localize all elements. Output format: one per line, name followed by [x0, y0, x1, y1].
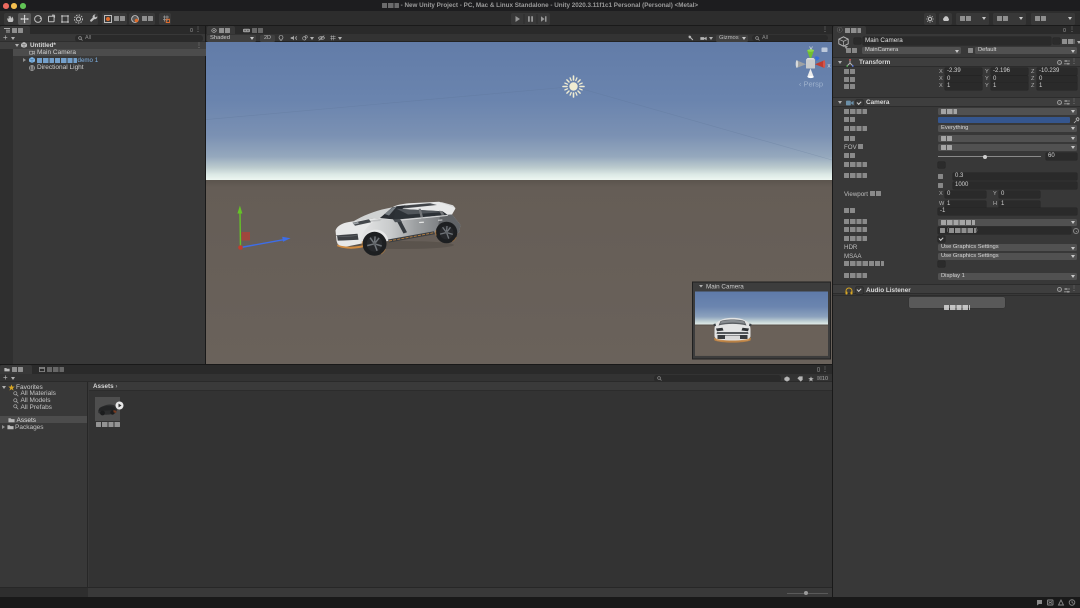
svg-text:‹ Persp: ‹ Persp — [799, 80, 823, 89]
svg-text:Main Camera: Main Camera — [706, 284, 744, 291]
